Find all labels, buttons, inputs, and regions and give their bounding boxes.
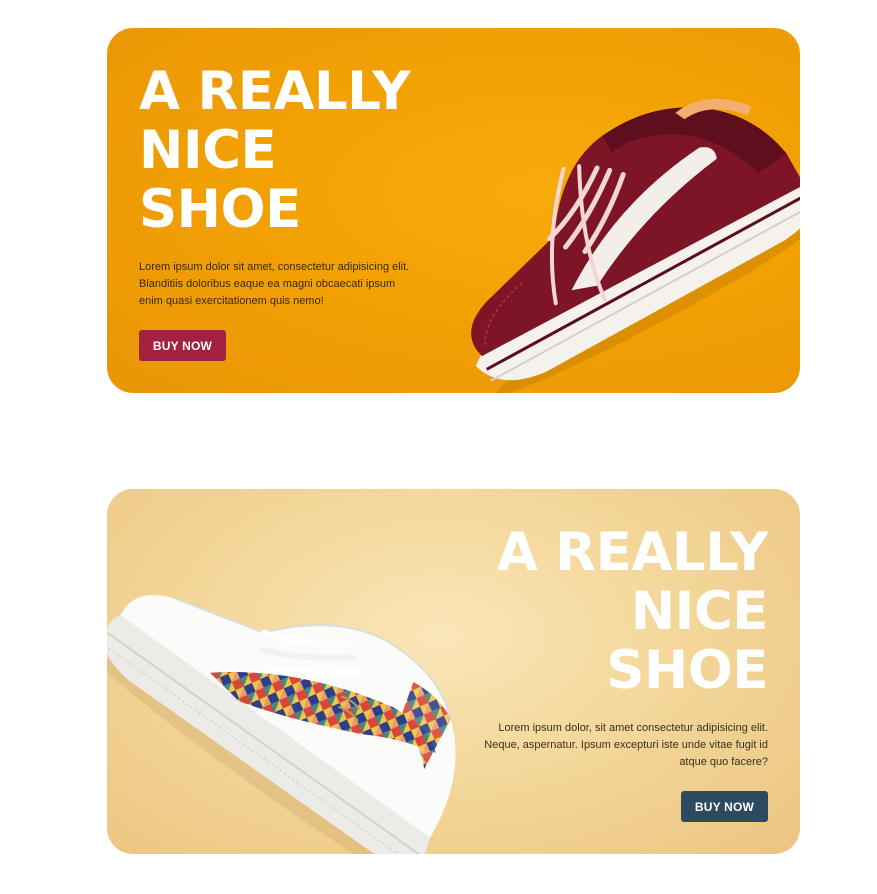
headline-line: NICE — [139, 120, 277, 181]
headline-line: NICE — [630, 581, 769, 642]
headline-line: SHOE — [139, 179, 301, 240]
maroon-sneaker-image — [471, 98, 800, 393]
banner-description: Lorem ipsum dolor sit amet, consectetur … — [139, 261, 410, 307]
banner-headline: A REALLY NICE SHOE — [139, 61, 411, 240]
product-banner-2: A REALLY NICE SHOE Lorem ipsum dolor, si… — [107, 489, 800, 854]
banner-headline: A REALLY NICE SHOE — [496, 522, 769, 701]
headline-line: A REALLY — [139, 61, 411, 122]
banner-description: Lorem ipsum dolor, sit amet consectetur … — [484, 722, 768, 768]
buy-now-button[interactable]: BUY NOW — [681, 791, 768, 822]
headline-line: SHOE — [606, 640, 768, 701]
product-banner-1: A REALLY NICE SHOE Lorem ipsum dolor sit… — [107, 28, 800, 393]
headline-line: A REALLY — [496, 522, 769, 583]
white-patterned-sneaker-image — [107, 595, 456, 854]
buy-now-button[interactable]: BUY NOW — [139, 330, 226, 361]
